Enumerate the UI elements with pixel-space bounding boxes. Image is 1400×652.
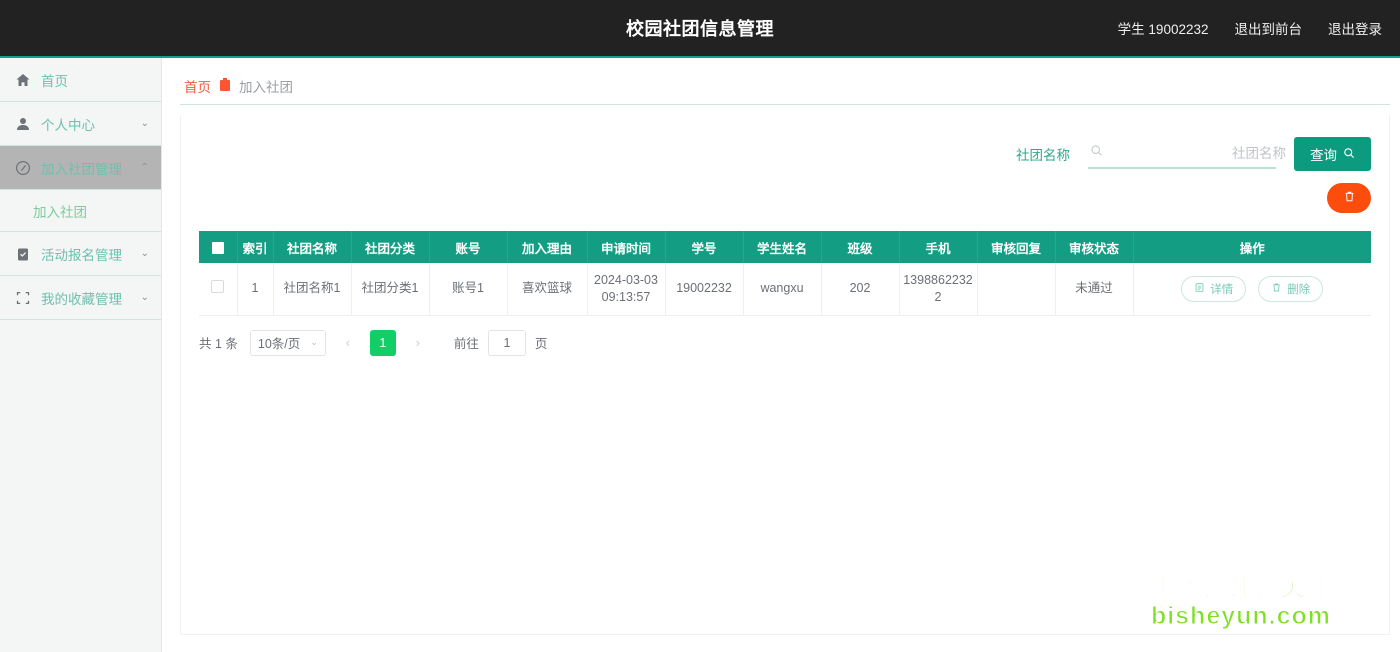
table-header-select-all[interactable]	[199, 231, 237, 263]
cell-reason: 喜欢篮球	[507, 263, 587, 315]
cell-club-category: 社团分类1	[351, 263, 429, 315]
clipboard-check-icon	[14, 245, 32, 263]
trash-icon	[1271, 282, 1282, 296]
join-club-table: 索引 社团名称 社团分类 账号 加入理由 申请时间 学号 学生姓名 班级 手机 …	[199, 231, 1371, 316]
bulk-delete-button[interactable]	[1327, 183, 1371, 213]
sidebar: 首页 个人中心 ⌄ 加入社团管理 ⌃ 加入社团 活动报名管理 ⌄ 我的收藏管理	[0, 58, 162, 652]
cell-review-status: 未通过	[1055, 263, 1133, 315]
cell-apply-time: 2024-03-03 09:13:57	[587, 263, 665, 315]
main-content: 首页 加入社团 社团名称 查询	[162, 58, 1400, 652]
select-all-checkbox[interactable]	[212, 242, 224, 254]
table-header-operations: 操作	[1133, 231, 1371, 263]
page-size-value: 10条/页	[258, 333, 300, 352]
bulk-actions	[181, 171, 1389, 213]
detail-icon	[1194, 282, 1205, 296]
sidebar-item-join-club-management[interactable]: 加入社团管理 ⌃	[0, 146, 161, 190]
sidebar-item-my-favorites-management[interactable]: 我的收藏管理 ⌄	[0, 276, 161, 320]
search-input[interactable]	[1109, 146, 1288, 161]
cell-index: 1	[237, 263, 273, 315]
pagination: 共 1 条 10条/页 ⌄ ‹ 1 › 前往 页	[181, 316, 1389, 356]
sidebar-item-activity-signup-management-label: 活动报名管理	[41, 244, 122, 264]
chevron-down-icon: ⌄	[310, 337, 318, 348]
cell-class: 202	[821, 263, 899, 315]
search-bar: 社团名称 查询	[181, 115, 1389, 171]
sidebar-item-my-favorites-management-label: 我的收藏管理	[41, 288, 122, 308]
table-header-student-name: 学生姓名	[743, 231, 821, 263]
content-panel: 社团名称 查询	[180, 115, 1390, 635]
sidebar-item-activity-signup-management[interactable]: 活动报名管理 ⌄	[0, 232, 161, 276]
table-header-review-reply: 审核回复	[977, 231, 1055, 263]
table-header-phone: 手机	[899, 231, 977, 263]
detail-button[interactable]: 详情	[1181, 276, 1246, 302]
prev-page-button[interactable]: ‹	[335, 330, 361, 356]
trash-icon	[1343, 190, 1356, 206]
header-user-area: 学生 19002232 退出到前台 退出登录	[1118, 0, 1382, 56]
chevron-down-icon[interactable]: ⌄	[141, 119, 149, 129]
sidebar-item-personal-center-label: 个人中心	[41, 114, 95, 134]
table-row: 1 社团名称1 社团分类1 账号1 喜欢篮球 2024-03-03 09:13:…	[199, 263, 1371, 315]
table-header-account: 账号	[429, 231, 507, 263]
cell-account: 账号1	[429, 263, 507, 315]
goto-page-input[interactable]	[488, 330, 526, 356]
table-header-review-status: 审核状态	[1055, 231, 1133, 263]
table-header-club-name: 社团名称	[273, 231, 351, 263]
cell-review-reply	[977, 263, 1055, 315]
sidebar-item-personal-center[interactable]: 个人中心 ⌄	[0, 102, 161, 146]
detail-button-label: 详情	[1210, 281, 1233, 297]
search-icon	[1343, 147, 1355, 162]
cell-student-id: 19002232	[665, 263, 743, 315]
table-header-club-category: 社团分类	[351, 231, 429, 263]
page-number-1[interactable]: 1	[370, 330, 396, 356]
delete-button[interactable]: 删除	[1258, 276, 1323, 302]
cell-operations: 详情 删除	[1133, 263, 1371, 315]
table-header-apply-time: 申请时间	[587, 231, 665, 263]
search-icon	[1090, 144, 1103, 162]
dashboard-icon	[14, 159, 32, 177]
sidebar-item-join-club-management-label: 加入社团管理	[41, 158, 122, 178]
current-user-label: 学生 19002232	[1118, 18, 1209, 38]
sidebar-item-home-label: 首页	[41, 70, 68, 90]
search-label: 社团名称	[1016, 144, 1070, 164]
sidebar-subitem-join-club[interactable]: 加入社团	[0, 190, 161, 232]
breadcrumb: 首页 加入社团	[180, 67, 1390, 105]
table-header-reason: 加入理由	[507, 231, 587, 263]
table-container: 索引 社团名称 社团分类 账号 加入理由 申请时间 学号 学生姓名 班级 手机 …	[181, 213, 1389, 316]
delete-button-label: 删除	[1287, 281, 1310, 297]
top-header-bar: 校园社团信息管理 学生 19002232 退出到前台 退出登录	[0, 0, 1400, 58]
chevron-down-icon[interactable]: ⌄	[141, 249, 149, 259]
sidebar-subitem-join-club-label: 加入社团	[33, 201, 87, 221]
cell-phone: 1398862232 2	[899, 263, 977, 315]
home-icon	[14, 71, 32, 89]
exit-to-frontend-link[interactable]: 退出到前台	[1235, 18, 1303, 38]
next-page-button[interactable]: ›	[405, 330, 431, 356]
breadcrumb-home-link[interactable]: 首页	[184, 76, 211, 96]
table-header-student-id: 学号	[665, 231, 743, 263]
breadcrumb-current: 加入社团	[239, 76, 293, 96]
user-icon	[14, 115, 32, 133]
sidebar-item-home[interactable]: 首页	[0, 58, 161, 102]
row-checkbox[interactable]	[211, 280, 224, 293]
query-button[interactable]: 查询	[1294, 137, 1371, 171]
breadcrumb-separator-icon	[220, 80, 230, 91]
page-size-select[interactable]: 10条/页 ⌄	[250, 330, 326, 356]
collection-icon	[14, 289, 32, 307]
table-header-index: 索引	[237, 231, 273, 263]
logout-link[interactable]: 退出登录	[1328, 18, 1382, 38]
chevron-up-icon[interactable]: ⌃	[141, 163, 149, 173]
cell-student-name: wangxu	[743, 263, 821, 315]
chevron-down-icon[interactable]: ⌄	[141, 293, 149, 303]
page-unit-label: 页	[535, 333, 548, 352]
goto-label: 前往	[454, 333, 479, 352]
table-header-class: 班级	[821, 231, 899, 263]
cell-club-name: 社团名称1	[273, 263, 351, 315]
search-field-wrapper[interactable]	[1088, 139, 1276, 169]
query-button-label: 查询	[1310, 144, 1337, 164]
pagination-total: 共 1 条	[199, 333, 238, 352]
table-header-row: 索引 社团名称 社团分类 账号 加入理由 申请时间 学号 学生姓名 班级 手机 …	[199, 231, 1371, 263]
row-select-cell[interactable]	[199, 263, 237, 315]
